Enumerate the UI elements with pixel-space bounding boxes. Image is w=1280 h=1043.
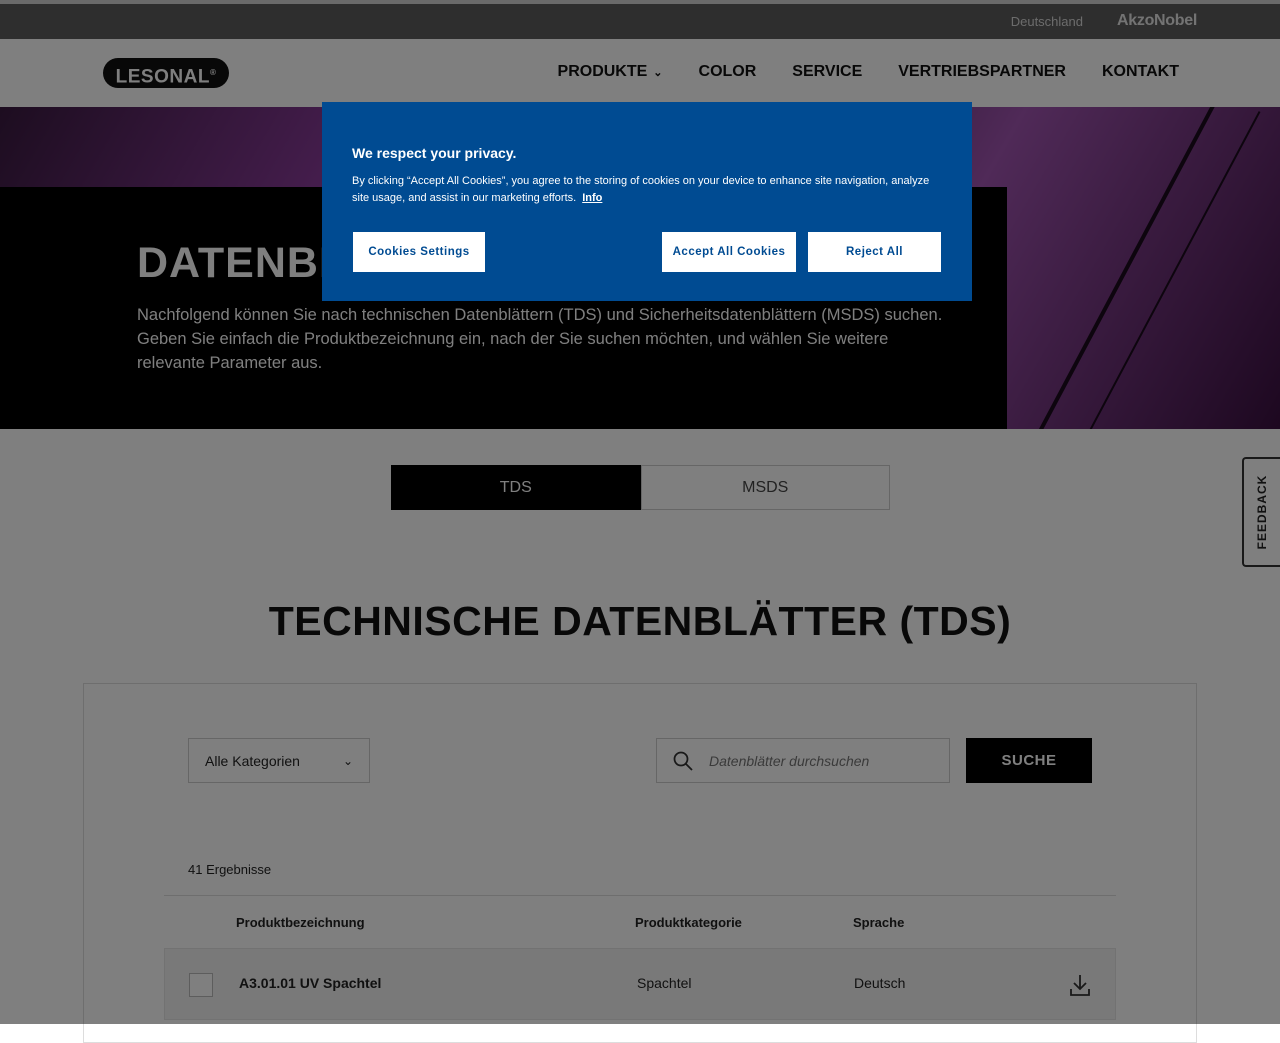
cookie-text: By clicking “Accept All Cookies”, you ag… xyxy=(352,173,932,207)
cookie-text-body: By clicking “Accept All Cookies”, you ag… xyxy=(352,175,930,204)
cookie-info-link[interactable]: Info xyxy=(582,192,602,204)
reject-all-button[interactable]: Reject All xyxy=(807,231,942,273)
cookies-settings-button[interactable]: Cookies Settings xyxy=(352,231,486,273)
cookie-title: We respect your privacy. xyxy=(352,145,517,161)
accept-all-cookies-button[interactable]: Accept All Cookies xyxy=(661,231,797,273)
cookie-banner: We respect your privacy. By clicking “Ac… xyxy=(322,102,972,301)
